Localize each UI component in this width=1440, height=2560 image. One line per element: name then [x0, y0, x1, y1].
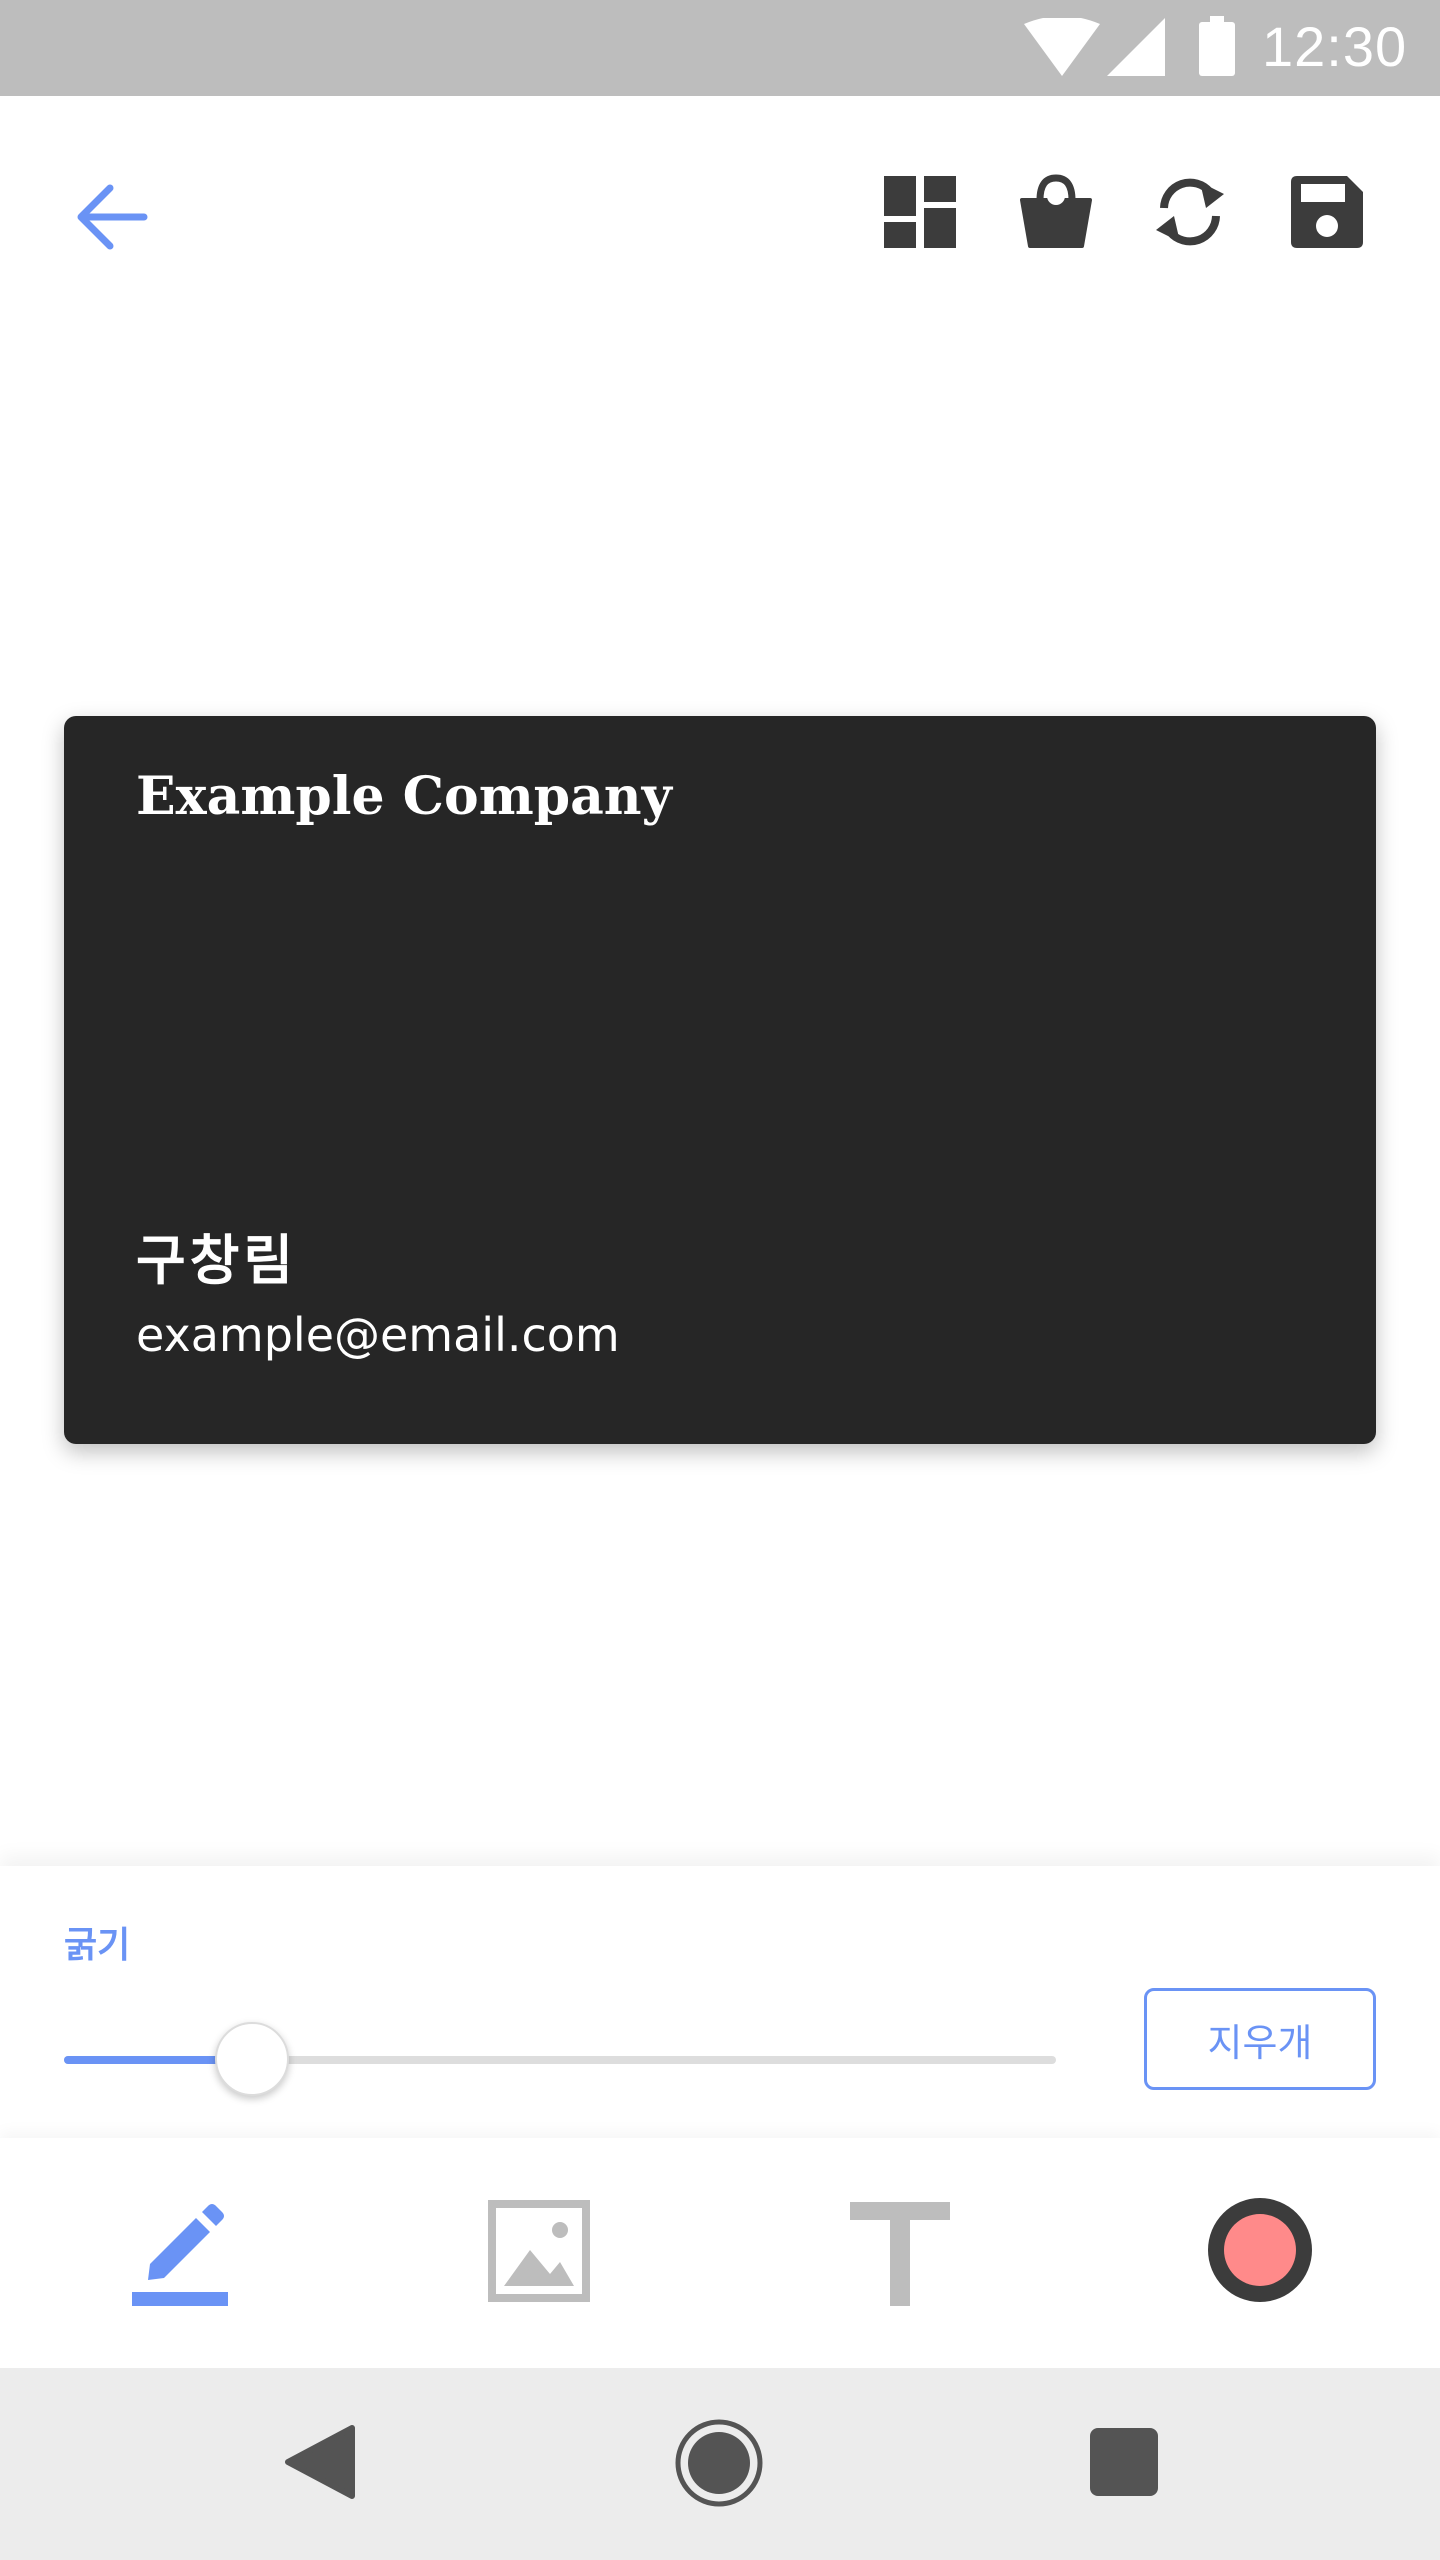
cellular-signal-icon: [1107, 18, 1165, 76]
dashboard-layout-icon[interactable]: [880, 172, 960, 252]
thickness-label: 굵기: [64, 1925, 131, 1966]
text-tool-icon[interactable]: [848, 2200, 952, 2308]
thickness-slider[interactable]: [64, 2020, 1056, 2100]
card-person-name: 구창림: [136, 1229, 298, 1292]
nav-back-icon[interactable]: [284, 2424, 356, 2500]
selected-color-swatch: [1224, 2214, 1296, 2286]
system-navigation-bar: [0, 2368, 1440, 2560]
eraser-button[interactable]: 지우개: [1144, 1988, 1376, 2090]
drawing-tools-bar: [0, 2138, 1440, 2368]
nav-home-icon[interactable]: [674, 2418, 764, 2508]
save-floppy-icon[interactable]: [1287, 172, 1367, 252]
thickness-panel: 굵기 지우개: [0, 1866, 1440, 2138]
app-toolbar: [0, 96, 1440, 328]
shopping-bag-icon[interactable]: [1016, 172, 1096, 252]
status-time: 12:30: [1262, 15, 1408, 78]
card-email: example@email.com: [136, 1308, 620, 1362]
back-arrow-icon[interactable]: [74, 180, 148, 254]
pen-tool-icon[interactable]: [128, 2198, 232, 2308]
image-tool-icon[interactable]: [488, 2200, 590, 2302]
business-card-preview[interactable]: Example Company 구창림 example@email.com: [64, 716, 1376, 1444]
slider-thumb[interactable]: [215, 2022, 289, 2096]
status-bar: 12:30: [0, 0, 1440, 96]
card-company-name: Example Company: [136, 766, 672, 827]
nav-recents-icon[interactable]: [1090, 2428, 1158, 2496]
sync-icon[interactable]: [1150, 172, 1230, 252]
color-picker-button[interactable]: [1208, 2198, 1312, 2302]
battery-icon: [1199, 16, 1235, 76]
wifi-icon: [1024, 18, 1100, 76]
